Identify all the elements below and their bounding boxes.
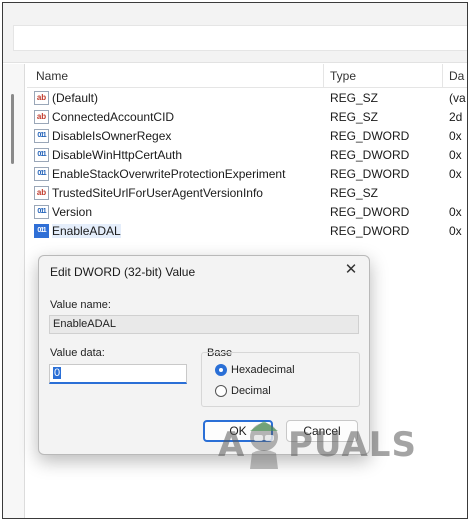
- dialog-title: Edit DWORD (32-bit) Value: [50, 265, 196, 279]
- value-row[interactable]: ab TrustedSiteUrlForUserAgentVersionInfo R…: [27, 184, 467, 203]
- value-type: REG_DWORD: [330, 205, 410, 219]
- value-row[interactable]: 011 Version REG_DWORD 0x: [27, 203, 467, 222]
- string-value-icon: ab: [34, 110, 49, 124]
- column-header-type[interactable]: Type: [330, 69, 356, 83]
- decimal-label[interactable]: Decimal: [231, 385, 271, 397]
- column-separator[interactable]: [323, 64, 324, 88]
- value-type: REG_SZ: [330, 186, 379, 200]
- binary-value-icon: 011: [34, 205, 49, 219]
- base-group: [201, 352, 360, 407]
- value-type: REG_DWORD: [330, 129, 410, 143]
- hexadecimal-radio[interactable]: [215, 364, 227, 376]
- value-type: REG_SZ: [330, 91, 379, 105]
- column-header-data[interactable]: Da: [449, 69, 464, 83]
- value-row[interactable]: 011 EnableADAL REG_DWORD 0x: [27, 222, 467, 241]
- column-separator[interactable]: [442, 64, 443, 88]
- value-row[interactable]: ab (Default) REG_SZ (va: [27, 89, 467, 108]
- value-data: 0x: [449, 129, 462, 143]
- value-data: 2d: [449, 110, 463, 124]
- binary-value-icon: 011: [34, 224, 49, 238]
- close-icon[interactable]: ✕: [342, 262, 360, 280]
- value-name-label: Value name:: [50, 299, 111, 311]
- tree-scrollbar-thumb[interactable]: [11, 94, 14, 164]
- decimal-radio[interactable]: [215, 385, 227, 397]
- value-data: 0x: [449, 224, 462, 238]
- value-name: TrustedSiteUrlForUserAgentVersionInfo: [52, 186, 263, 200]
- string-value-icon: ab: [34, 186, 49, 200]
- value-name: (Default): [52, 91, 99, 105]
- value-data: 0x: [449, 205, 462, 219]
- value-name-field: EnableADAL: [49, 315, 359, 334]
- value-data: (va: [449, 91, 466, 105]
- value-type: REG_DWORD: [330, 224, 410, 238]
- value-row[interactable]: 011 DisableWinHttpCertAuth REG_DWORD 0x: [27, 146, 467, 165]
- key-tree-pane[interactable]: [3, 64, 25, 518]
- value-name: EnableADAL: [52, 224, 121, 238]
- value-data: 0x: [449, 167, 462, 181]
- value-row[interactable]: 011 EnableStackOverwriteProtectionExperim…: [27, 165, 467, 184]
- value-type: REG_DWORD: [330, 148, 410, 162]
- value-row[interactable]: 011 DisableIsOwnerRegex REG_DWORD 0x: [27, 127, 467, 146]
- values-list-header: Name Type Da: [27, 64, 467, 88]
- value-name: DisableIsOwnerRegex: [52, 129, 172, 143]
- toolbar-area: [3, 3, 467, 63]
- watermark-text-right: PUALS: [288, 425, 417, 465]
- binary-value-icon: 011: [34, 148, 49, 162]
- appuals-watermark: A PUALS: [218, 415, 430, 475]
- binary-value-icon: 011: [34, 129, 49, 143]
- value-name: EnableStackOverwriteProtectionExperiment: [52, 167, 286, 181]
- mascot-logo-icon: [250, 421, 278, 469]
- binary-value-icon: 011: [34, 167, 49, 181]
- value-data: 0x: [449, 148, 462, 162]
- string-value-icon: ab: [34, 91, 49, 105]
- address-bar[interactable]: [13, 25, 467, 51]
- value-type: REG_SZ: [330, 110, 379, 124]
- value-data-text: 0: [53, 367, 62, 379]
- column-header-name[interactable]: Name: [36, 69, 68, 83]
- value-name: ConnectedAccountCID: [52, 110, 175, 124]
- hexadecimal-label[interactable]: Hexadecimal: [231, 364, 295, 376]
- value-name: DisableWinHttpCertAuth: [52, 148, 183, 162]
- value-data-input[interactable]: 0: [49, 364, 187, 384]
- value-name: Version: [52, 205, 93, 219]
- value-data-label: Value data:: [50, 347, 105, 359]
- value-row[interactable]: ab ConnectedAccountCID REG_SZ 2d: [27, 108, 467, 127]
- value-type: REG_DWORD: [330, 167, 410, 181]
